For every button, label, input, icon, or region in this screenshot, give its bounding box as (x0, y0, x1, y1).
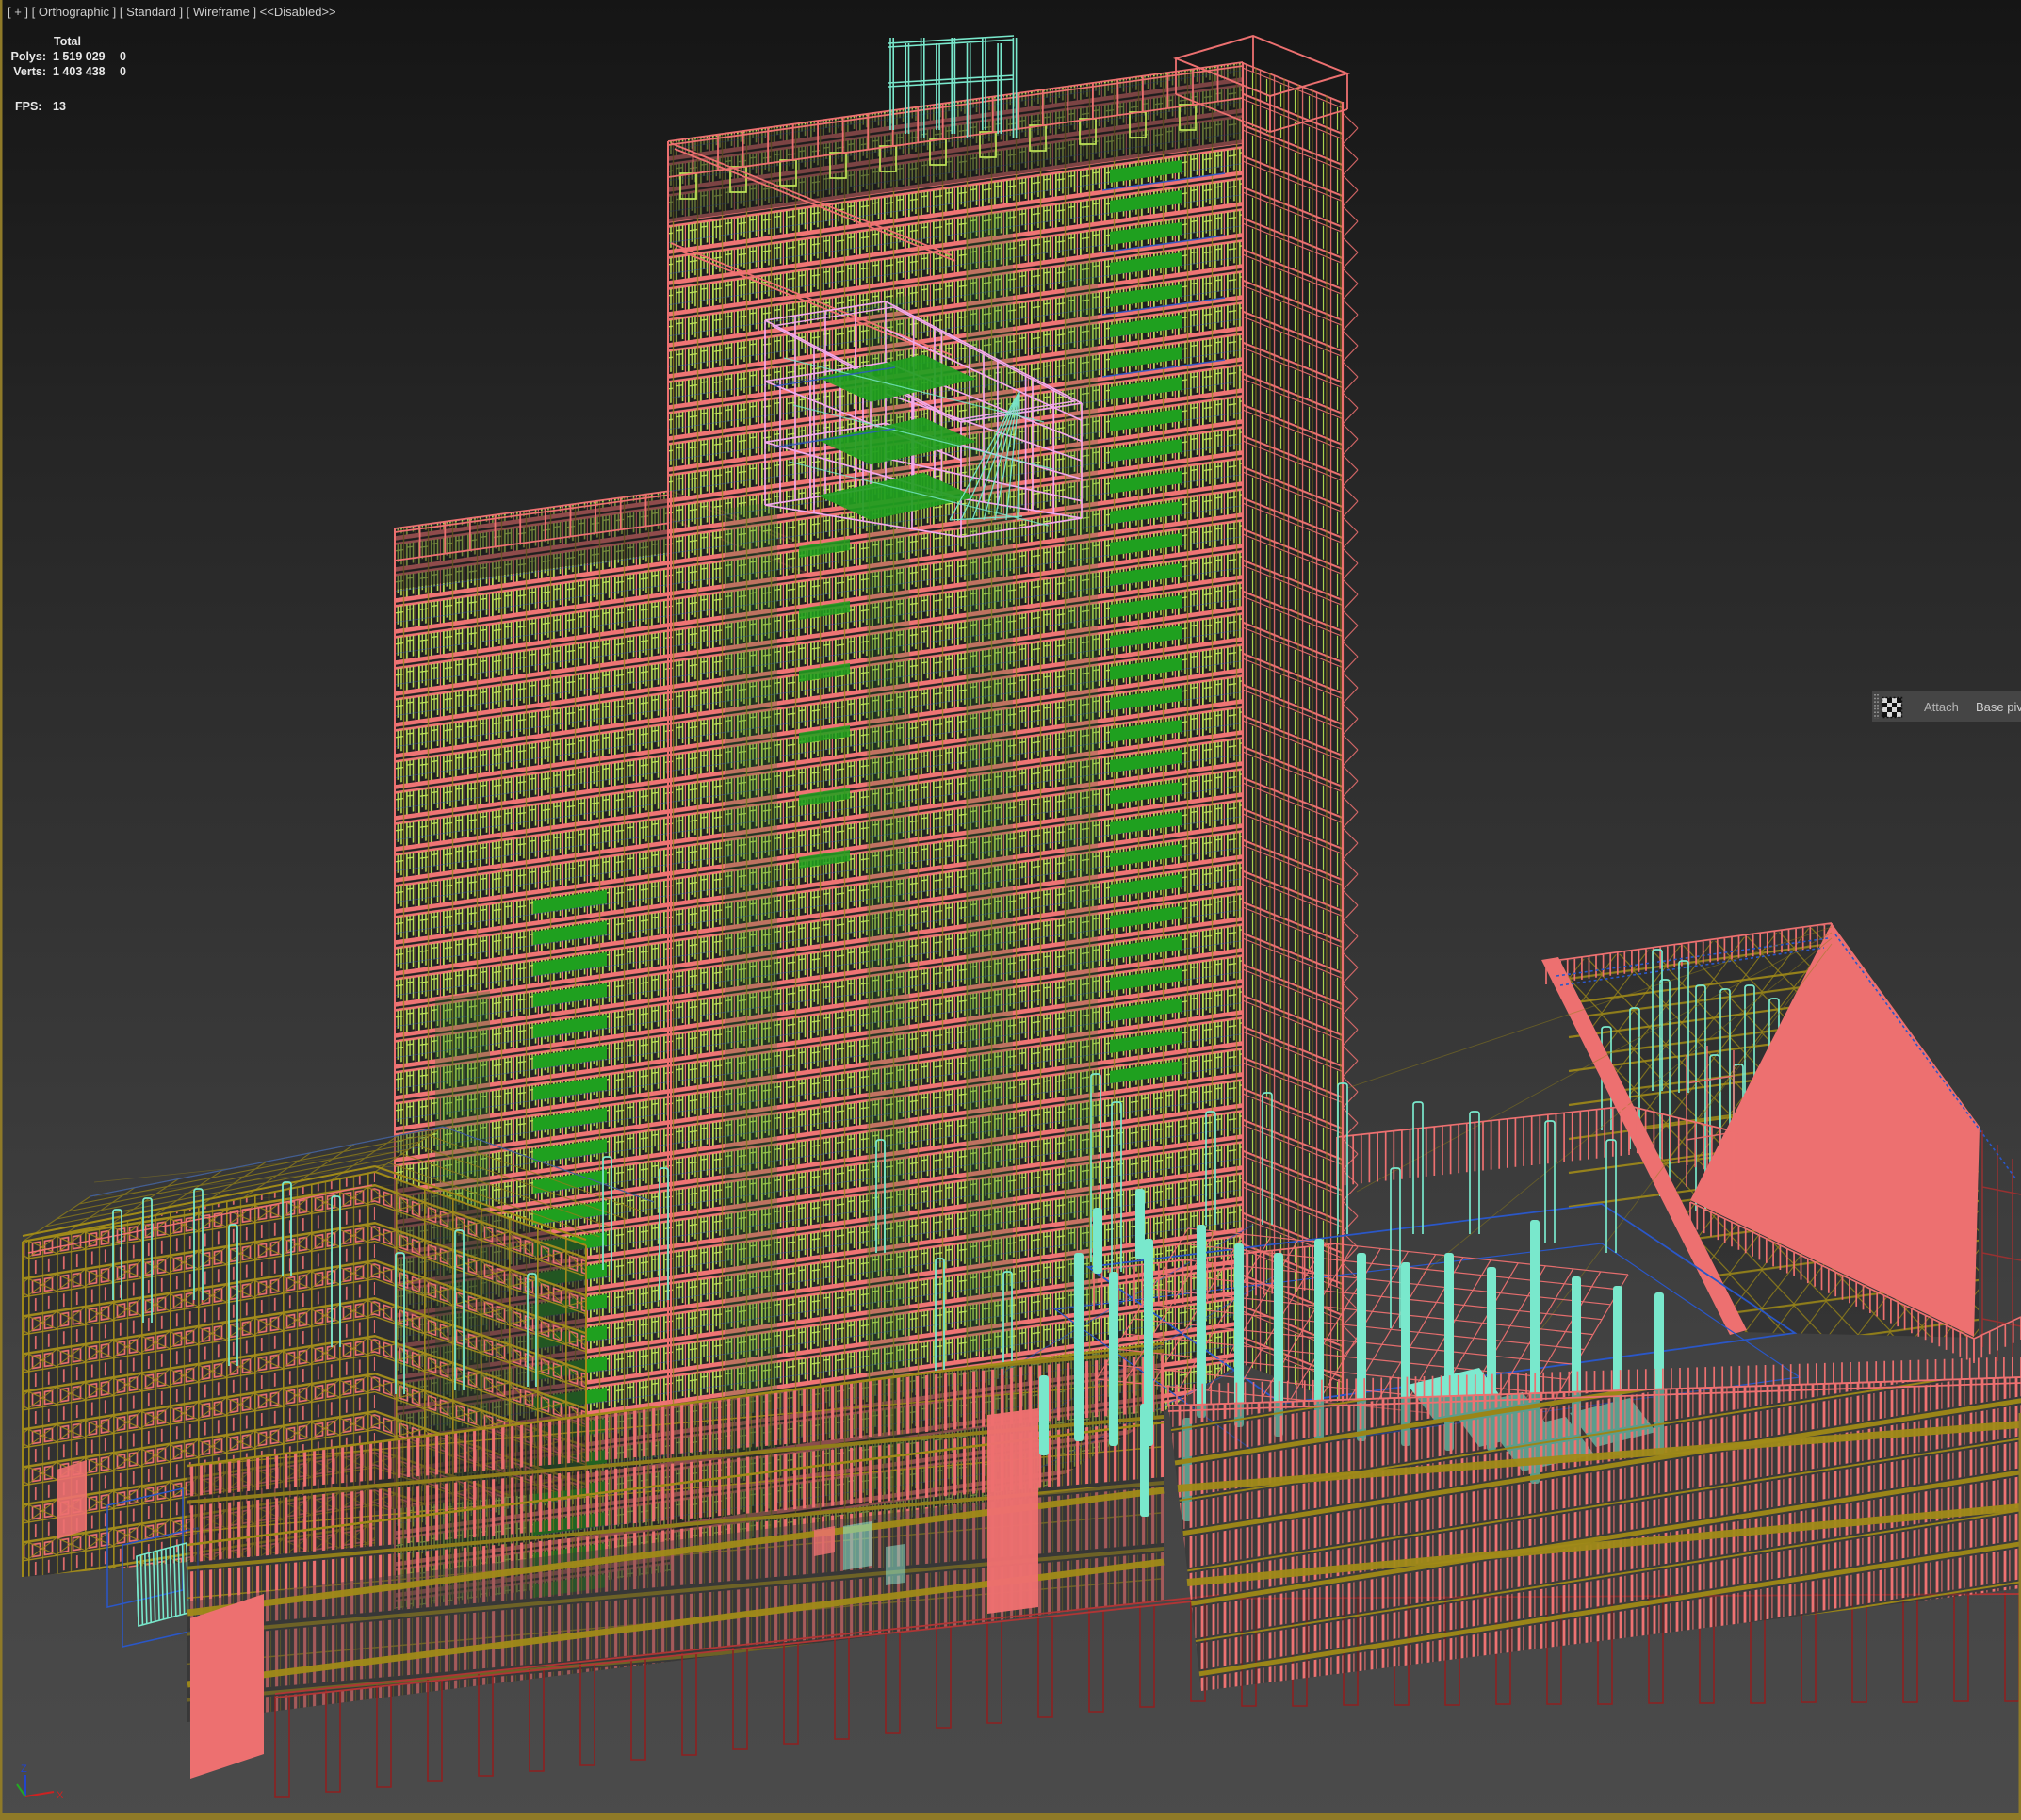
svg-text:Base pivot: Base pivot (1976, 700, 2021, 714)
svg-text:0: 0 (120, 50, 126, 63)
svg-text:Verts:: Verts: (13, 65, 46, 78)
svg-text:Polys:: Polys: (10, 50, 46, 63)
svg-text:0: 0 (120, 65, 126, 78)
svg-text:X: X (57, 1790, 64, 1801)
svg-text:Z: Z (21, 1763, 27, 1775)
svg-text:13: 13 (53, 100, 66, 113)
svg-text:Total: Total (54, 35, 81, 48)
svg-text:FPS:: FPS: (15, 100, 41, 113)
svg-text:1 519 029: 1 519 029 (53, 50, 106, 63)
svg-text:[ + ] [ Orthographic ] [ Stand: [ + ] [ Orthographic ] [ Standard ] [ Wi… (8, 5, 336, 19)
svg-text:Attach: Attach (1924, 700, 1959, 714)
svg-text:1 403 438: 1 403 438 (53, 65, 106, 78)
